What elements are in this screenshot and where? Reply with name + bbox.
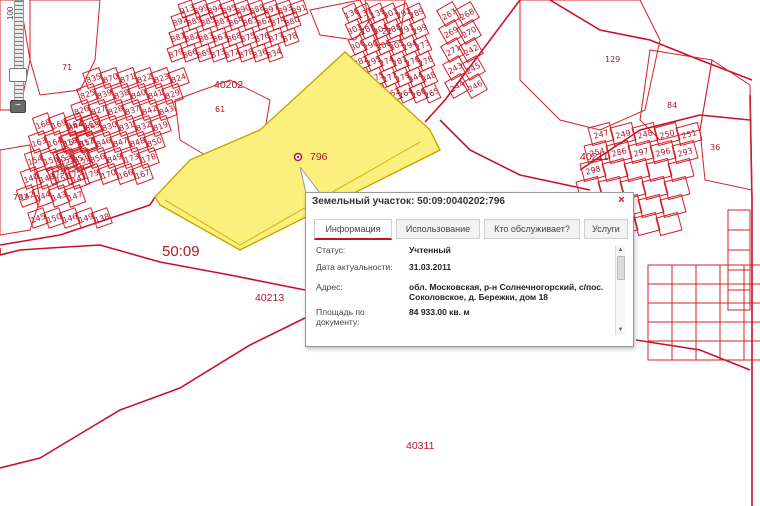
- parcel-label-36: 36: [710, 143, 720, 152]
- parcel-cell[interactable]: [727, 229, 751, 251]
- parcel-cell[interactable]: [719, 302, 745, 323]
- parcel-number-label: 250: [659, 128, 676, 141]
- status-value: Учтенный: [409, 245, 451, 255]
- parcel-number-label: 268: [458, 7, 476, 22]
- zoom-slider-handle[interactable]: [9, 68, 27, 82]
- parcel-number-label: 269: [442, 25, 460, 40]
- parcel-number-label: 251: [681, 128, 698, 141]
- parcel-number-label: 296: [655, 146, 672, 159]
- parcel-info-popup: Земельный участок: 50:09:0040202:796 × И…: [305, 192, 634, 347]
- parcel-number-label: 249: [615, 128, 632, 141]
- tab-services[interactable]: Услуги: [584, 219, 628, 239]
- popup-pointer: [299, 166, 322, 194]
- zoom-slider-track[interactable]: [14, 0, 24, 104]
- parcel-cell[interactable]: [719, 340, 745, 361]
- parcel-number-label: 819: [152, 120, 169, 134]
- parcel-cell[interactable]: [727, 269, 751, 291]
- parcel-number-label: 178: [140, 152, 157, 166]
- tab-info[interactable]: Информация: [314, 219, 392, 240]
- popup-scrollbar[interactable]: ▲ ▼: [615, 245, 625, 335]
- parcel-number-label: 297: [633, 146, 650, 159]
- parcel-number-label: 267: [440, 7, 458, 22]
- parcel-number-label: 153: [78, 136, 95, 150]
- arrow-up-icon[interactable]: ▲: [617, 246, 624, 254]
- popup-tabs: Информация Использование Кто обслуживает…: [314, 219, 628, 240]
- parcel-cell[interactable]: [727, 249, 751, 271]
- parcel-cell[interactable]: [671, 340, 697, 361]
- parcel-number-label: 167: [134, 168, 151, 182]
- parcel-number-label: 247: [593, 128, 610, 141]
- arrow-down-icon[interactable]: ▼: [617, 326, 624, 334]
- parcel-number-label: 843: [158, 104, 175, 118]
- parcel-number-label: 245: [464, 61, 482, 76]
- district-label: 50:09: [162, 243, 200, 260]
- parcel-number-label: 246: [466, 79, 484, 94]
- address-value: обл. Московская, р-н Солнечногорский, с/…: [409, 282, 604, 302]
- parcel-number-label: 293: [677, 146, 694, 159]
- area-value: 84 933.00 кв. м: [409, 307, 470, 317]
- parcel-number-label: 138: [93, 212, 110, 226]
- parcel-number-label: 147: [66, 190, 83, 204]
- parcel-label-71: 71: [62, 63, 72, 72]
- parcel-label-793: 793: [13, 193, 28, 202]
- date-key: Дата актуальности:: [316, 262, 393, 272]
- parcel-cell[interactable]: [719, 283, 745, 304]
- selected-parcel-label: 796: [310, 151, 328, 163]
- zoom-out-button[interactable]: −: [10, 100, 26, 113]
- parcel-label-22: 22: [382, 27, 392, 36]
- parcel-cell[interactable]: [719, 321, 745, 342]
- parcel-number-label: 270: [460, 25, 478, 40]
- block-label-40311: 40311: [406, 440, 435, 452]
- parcel-label-61: 61: [215, 105, 225, 114]
- tab-who-serves[interactable]: Кто обслуживает?: [484, 219, 580, 239]
- block-label-40202: 40202: [214, 79, 243, 91]
- parcel-label-129: 129: [605, 55, 620, 64]
- popup-info-panel: Статус: Учтенный Дата актуальности: 31.0…: [316, 245, 616, 335]
- zoom-control[interactable]: − 100: [6, 0, 28, 113]
- tab-usage[interactable]: Использование: [396, 219, 480, 239]
- parcel-cell[interactable]: [695, 321, 721, 342]
- status-key: Статус:: [316, 245, 346, 255]
- date-value: 31.03.2011: [409, 262, 452, 272]
- parcel-number-label: 829: [164, 88, 181, 102]
- parcel-label-84: 84: [667, 101, 677, 110]
- parcel-cell[interactable]: [695, 302, 721, 323]
- block-label-40211: 40211: [580, 151, 609, 163]
- parcel-cell[interactable]: [695, 283, 721, 304]
- parcel-number-label: 850: [146, 136, 163, 150]
- parcel-cell[interactable]: [671, 321, 697, 342]
- parcel-number-label: 271: [444, 43, 462, 58]
- parcel-cell[interactable]: [695, 264, 721, 285]
- parcel-number-label: 244: [448, 79, 466, 94]
- zoom-scale-label: 100: [6, 6, 15, 20]
- block-label-40213: 40213: [255, 292, 284, 304]
- parcel-cell[interactable]: [671, 302, 697, 323]
- popup-title: Земельный участок: 50:09:0040202:796: [312, 196, 505, 207]
- parcel-number-label: 243: [446, 61, 464, 76]
- parcel-cell[interactable]: [727, 209, 751, 231]
- parcel-cell[interactable]: [671, 264, 697, 285]
- pin-icon[interactable]: [293, 152, 303, 162]
- area-key: Площадь по документу:: [316, 307, 365, 327]
- parcel-cell[interactable]: [647, 264, 673, 285]
- parcel-cell[interactable]: [647, 302, 673, 323]
- parcel-cell[interactable]: [671, 283, 697, 304]
- parcel-cell[interactable]: [727, 289, 751, 311]
- scrollbar-thumb[interactable]: [617, 256, 625, 280]
- close-icon[interactable]: ×: [616, 195, 627, 206]
- parcel-number-label: 824: [170, 72, 187, 86]
- parcel-cell[interactable]: [719, 264, 745, 285]
- parcel-cell[interactable]: [647, 321, 673, 342]
- parcel-cell[interactable]: [647, 283, 673, 304]
- address-key: Адрес:: [316, 282, 343, 292]
